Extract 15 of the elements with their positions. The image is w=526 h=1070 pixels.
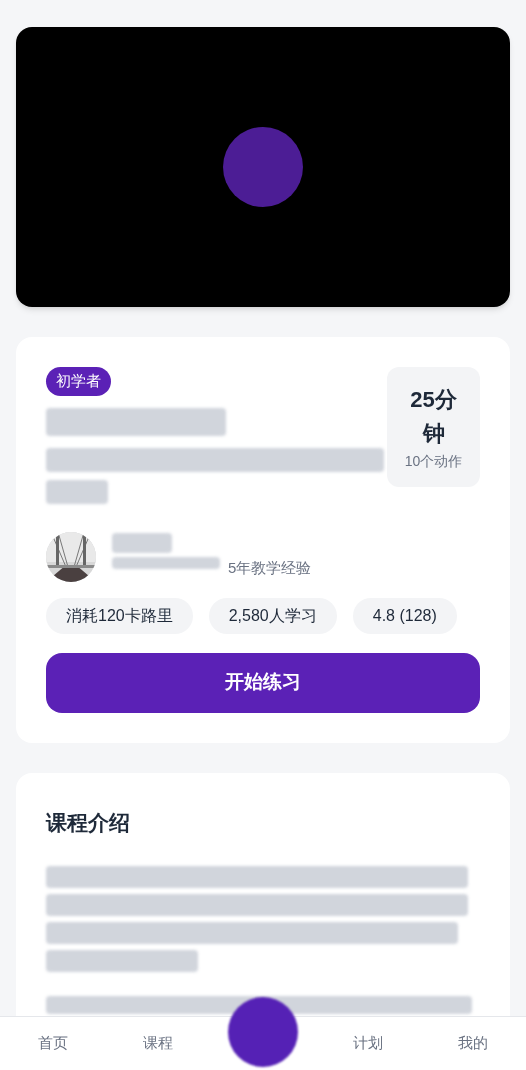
action-count: 10个动作 [404,452,463,471]
video-player[interactable] [16,27,510,307]
stat-chip: 4.8 (128) [352,597,457,634]
redacted-text-drawing [112,533,172,554]
stat-chip: 2,580人学习 [208,597,337,634]
level-badge: 初学者 [46,367,111,396]
stat-chip: 消耗120卡路里 [46,597,193,634]
experience-text: 5年教学经验 [228,558,312,579]
nav-tab[interactable]: 首页 [17,1032,88,1055]
duration-text: 25分钟 [409,386,458,448]
start-button[interactable]: 开始练习 [46,652,480,713]
nav-tab[interactable]: 计划 [333,1032,404,1055]
nav-tab[interactable]: 我的 [438,1032,509,1055]
nav-tab[interactable]: 课程 [122,1032,193,1055]
section-title: 课程介绍 [46,809,131,836]
